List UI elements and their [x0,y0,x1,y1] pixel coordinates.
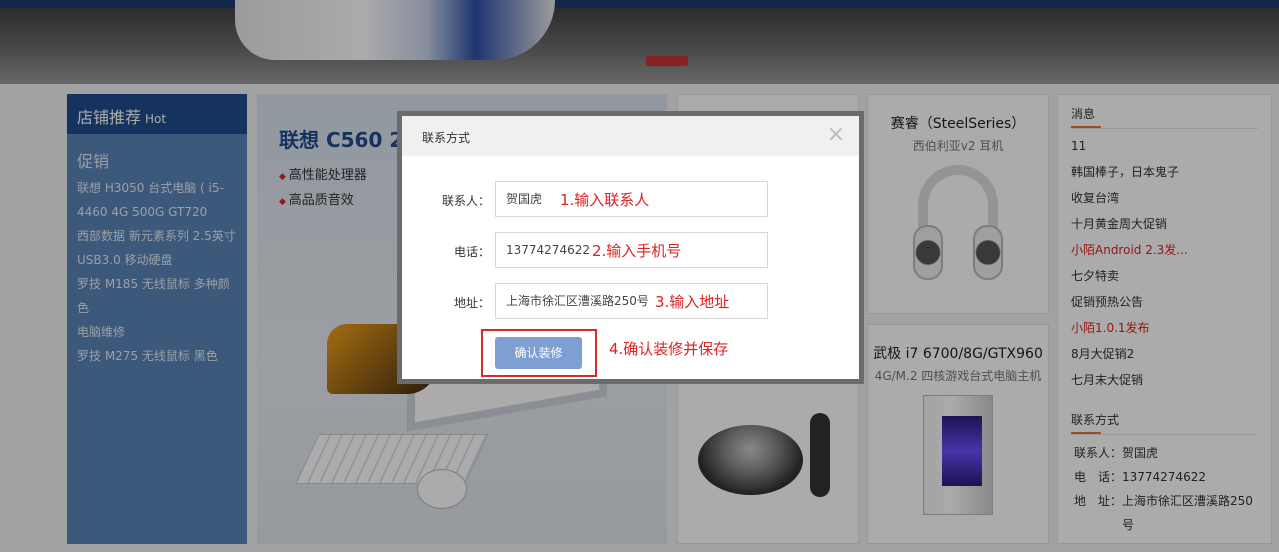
annotation-step3: 3.输入地址 [655,293,730,311]
address-label: 地址： [453,296,490,310]
phone-label: 电话： [453,245,490,259]
address-row: 地址： 上海市徐汇区漕溪路250号 3.输入地址 [402,283,859,321]
modal-title: 联系方式 [422,131,471,145]
phone-row: 电话： 13774274622 2.输入手机号 [402,232,859,270]
save-highlight-box: 确认装修 [481,329,597,377]
annotation-step2: 2.输入手机号 [592,242,682,260]
confirm-save-button[interactable]: 确认装修 [495,337,582,369]
contact-modal: 联系方式 × 联系人： 贺国虎 1.输入联系人 电话： 13774274622 … [397,111,864,384]
annotation-step1: 1.输入联系人 [560,191,650,209]
contact-row: 联系人： 贺国虎 1.输入联系人 [402,181,859,219]
close-icon[interactable]: × [827,122,845,148]
contact-label: 联系人： [441,194,490,208]
modal-header: 联系方式 × [402,116,859,156]
annotation-step4: 4.确认装修并保存 [609,340,729,358]
